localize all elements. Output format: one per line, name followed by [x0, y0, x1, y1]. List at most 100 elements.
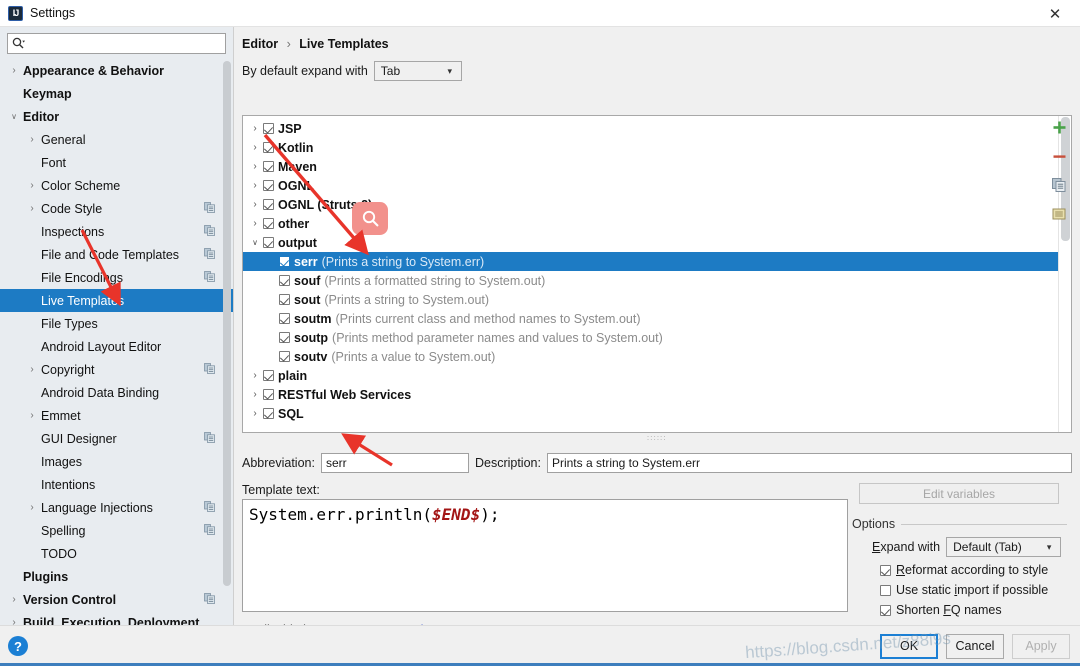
sidebar-item-code-style[interactable]: › Code Style [0, 197, 233, 220]
sidebar-item-editor[interactable]: ∨ Editor [0, 105, 233, 128]
option-shorten-fq-checkbox[interactable] [880, 604, 891, 616]
default-expand-select[interactable]: Tab ▾ [373, 61, 462, 81]
option-static-import-row[interactable]: Use static import if possible [852, 583, 1067, 597]
template-row[interactable]: soutm (Prints current class and method na… [243, 309, 1058, 328]
search-box[interactable] [7, 33, 226, 54]
template-checkbox[interactable] [263, 389, 274, 400]
template-row[interactable]: › OGNL [243, 176, 1058, 195]
sidebar-scrollbar-thumb[interactable] [223, 61, 231, 586]
options-expand-with-select[interactable]: Default (Tab) ▾ [946, 537, 1062, 557]
template-row[interactable]: serr (Prints a string to System.err) [243, 252, 1058, 271]
template-text-editor[interactable]: System.err.println($END$); [242, 499, 848, 612]
chevron-down-icon[interactable]: ∨ [249, 238, 261, 247]
template-checkbox[interactable] [263, 142, 274, 153]
sidebar-item-copyright[interactable]: › Copyright [0, 358, 233, 381]
template-checkbox[interactable] [263, 199, 274, 210]
template-checkbox[interactable] [263, 237, 274, 248]
chevron-right-icon[interactable]: › [249, 199, 261, 210]
breadcrumb-parent[interactable]: Editor [242, 37, 278, 51]
template-row[interactable]: soutp (Prints method parameter names and … [243, 328, 1058, 347]
sidebar-item-live-templates[interactable]: Live Templates [0, 289, 233, 312]
template-checkbox[interactable] [263, 218, 274, 229]
sidebar-item-spelling[interactable]: Spelling [0, 519, 233, 542]
option-shorten-fq-row[interactable]: Shorten FQ names [852, 603, 1067, 617]
template-row[interactable]: › Maven [243, 157, 1058, 176]
sidebar-item-file-encodings[interactable]: File Encodings [0, 266, 233, 289]
chevron-down-icon[interactable]: ∨ [8, 112, 20, 121]
template-checkbox[interactable] [263, 123, 274, 134]
ok-button[interactable]: OK [880, 633, 938, 659]
template-row[interactable]: › Kotlin [243, 138, 1058, 157]
chevron-right-icon[interactable]: › [26, 364, 38, 375]
chevron-right-icon[interactable]: › [8, 65, 20, 76]
option-reformat-checkbox[interactable] [880, 564, 891, 576]
sidebar-item-general[interactable]: › General [0, 128, 233, 151]
template-checkbox[interactable] [263, 161, 274, 172]
remove-icon[interactable] [1049, 146, 1069, 166]
sidebar-item-font[interactable]: Font [0, 151, 233, 174]
sidebar-item-plugins[interactable]: Plugins [0, 565, 233, 588]
chevron-right-icon[interactable]: › [26, 134, 38, 145]
abbreviation-input[interactable]: serr [320, 453, 469, 473]
template-row[interactable]: souf (Prints a formatted string to System… [243, 271, 1058, 290]
chevron-right-icon[interactable]: › [249, 370, 261, 381]
template-row[interactable]: › SQL [243, 404, 1058, 423]
sidebar-item-file-and-code-templates[interactable]: File and Code Templates [0, 243, 233, 266]
sidebar-item-language-injections[interactable]: › Language Injections [0, 496, 233, 519]
add-icon[interactable] [1049, 117, 1069, 137]
sidebar-scrollbar[interactable] [223, 61, 231, 607]
template-row[interactable]: › JSP [243, 119, 1058, 138]
template-row[interactable]: soutv (Prints a value to System.out) [243, 347, 1058, 366]
sidebar-item-inspections[interactable]: Inspections [0, 220, 233, 243]
template-checkbox[interactable] [279, 351, 290, 362]
sidebar-item-file-types[interactable]: File Types [0, 312, 233, 335]
sidebar-item-images[interactable]: Images [0, 450, 233, 473]
sidebar-item-keymap[interactable]: Keymap [0, 82, 233, 105]
chevron-right-icon[interactable]: › [249, 142, 261, 153]
sidebar-item-version-control[interactable]: › Version Control [0, 588, 233, 611]
template-checkbox[interactable] [279, 256, 290, 267]
chevron-right-icon[interactable]: › [26, 180, 38, 191]
search-input[interactable] [27, 36, 221, 51]
chevron-right-icon[interactable]: › [249, 218, 261, 229]
close-icon[interactable]: ✕ [1038, 0, 1072, 27]
chevron-right-icon[interactable]: › [8, 594, 20, 605]
sidebar-item-android-layout-editor[interactable]: Android Layout Editor [0, 335, 233, 358]
template-checkbox[interactable] [279, 332, 290, 343]
chevron-right-icon[interactable]: › [26, 203, 38, 214]
cancel-button[interactable]: Cancel [946, 633, 1004, 659]
template-row[interactable]: › plain [243, 366, 1058, 385]
template-checkbox[interactable] [263, 180, 274, 191]
sidebar-item-color-scheme[interactable]: › Color Scheme [0, 174, 233, 197]
template-checkbox[interactable] [279, 313, 290, 324]
template-checkbox[interactable] [263, 408, 274, 419]
duplicate-icon[interactable] [1049, 204, 1069, 224]
chevron-right-icon[interactable]: › [26, 502, 38, 513]
template-row[interactable]: sout (Prints a string to System.out) [243, 290, 1058, 309]
panel-splitter[interactable]: ∷∷∷ [242, 434, 1072, 443]
sidebar-item-emmet[interactable]: › Emmet [0, 404, 233, 427]
option-static-import-checkbox[interactable] [880, 584, 891, 596]
description-input[interactable]: Prints a string to System.err [546, 453, 1072, 473]
chevron-right-icon[interactable]: › [26, 410, 38, 421]
live-templates-tree[interactable]: › JSP › Kotlin › Maven › OGNL › OGNL (Struts 2) › o… [243, 116, 1058, 432]
template-row[interactable]: › RESTful Web Services [243, 385, 1058, 404]
option-reformat-row[interactable]: Reformat according to style [852, 563, 1067, 577]
chevron-right-icon[interactable]: › [249, 161, 261, 172]
template-checkbox[interactable] [279, 294, 290, 305]
sidebar-item-android-data-binding[interactable]: Android Data Binding [0, 381, 233, 404]
sidebar-item-intentions[interactable]: Intentions [0, 473, 233, 496]
help-icon[interactable]: ? [8, 636, 28, 656]
chevron-right-icon[interactable]: › [249, 123, 261, 134]
sidebar-item-todo[interactable]: TODO [0, 542, 233, 565]
sidebar-item-gui-designer[interactable]: GUI Designer [0, 427, 233, 450]
template-row[interactable]: ∨ output [243, 233, 1058, 252]
chevron-right-icon[interactable]: › [249, 389, 261, 400]
template-checkbox[interactable] [263, 370, 274, 381]
copy-icon[interactable] [1049, 175, 1069, 195]
chevron-right-icon[interactable]: › [249, 408, 261, 419]
template-checkbox[interactable] [279, 275, 290, 286]
chevron-right-icon[interactable]: › [249, 180, 261, 191]
sidebar-tree[interactable]: › Appearance & Behavior Keymap ∨ Editor › Gene… [0, 59, 233, 639]
sidebar-item-appearance-behavior[interactable]: › Appearance & Behavior [0, 59, 233, 82]
